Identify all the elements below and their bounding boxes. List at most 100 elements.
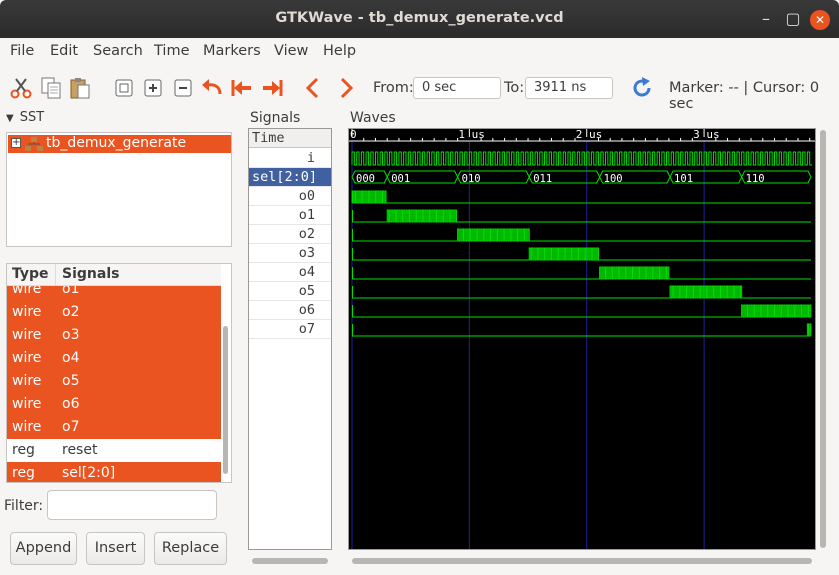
filter-input[interactable] bbox=[47, 490, 217, 520]
toolbar: From: 0 sec To: 3911 ns Marker: -- | Cur… bbox=[0, 66, 839, 112]
sel-bus-value: 011 bbox=[533, 173, 552, 185]
signal-name: o6 bbox=[62, 396, 80, 412]
append-button[interactable]: Append bbox=[10, 532, 77, 565]
from-label: From: bbox=[373, 80, 414, 96]
menu-edit[interactable]: Edit bbox=[50, 43, 78, 59]
signal-row-o5[interactable]: o5 bbox=[249, 282, 331, 301]
wave-o2 bbox=[352, 228, 811, 242]
sst-expander[interactable]: ▼ SST bbox=[6, 110, 44, 125]
sst-label: SST bbox=[19, 110, 45, 125]
wave-i bbox=[351, 151, 813, 166]
signal-list-row[interactable]: reg reset bbox=[7, 439, 221, 462]
zoom-to-start-icon[interactable] bbox=[230, 76, 254, 100]
waves-vertical-scrollbar[interactable] bbox=[820, 130, 826, 548]
undo-zoom-icon[interactable] bbox=[200, 76, 224, 100]
wave-o1 bbox=[352, 209, 811, 223]
signal-list-row[interactable]: wire o2 bbox=[7, 301, 221, 324]
signal-type: reg bbox=[12, 465, 35, 481]
signals-scrollbar[interactable] bbox=[252, 558, 328, 564]
signal-list-header: Type Signals bbox=[7, 264, 221, 286]
sel-bus-value: 100 bbox=[604, 173, 623, 185]
wave-o0 bbox=[351, 190, 811, 204]
signal-name: o2 bbox=[62, 304, 80, 320]
tree-node-label: tb_demux_generate bbox=[46, 135, 187, 151]
wave-o4 bbox=[352, 266, 811, 280]
signal-list-row[interactable]: wire o4 bbox=[7, 347, 221, 370]
wave-o7 bbox=[352, 323, 812, 337]
menu-help[interactable]: Help bbox=[323, 43, 356, 59]
find-next-edge-icon[interactable] bbox=[333, 76, 357, 100]
menu-view[interactable]: View bbox=[274, 43, 308, 59]
signal-row-o7[interactable]: o7 bbox=[249, 320, 331, 339]
signal-type: reg bbox=[12, 442, 35, 458]
zoom-fit-icon[interactable] bbox=[112, 76, 136, 100]
signal-list-row[interactable]: wire o7 bbox=[7, 416, 221, 439]
to-time-input[interactable]: 3911 ns bbox=[525, 77, 613, 99]
window-title: GTKWave - tb_demux_generate.vcd bbox=[275, 10, 564, 26]
signal-list-row[interactable]: wire o6 bbox=[7, 393, 221, 416]
expand-plus-icon[interactable]: + bbox=[11, 138, 21, 148]
zoom-to-end-icon[interactable] bbox=[260, 76, 284, 100]
reload-icon[interactable] bbox=[630, 76, 654, 100]
signal-name: sel[2:0] bbox=[62, 465, 116, 481]
signal-list-row[interactable]: wire o5 bbox=[7, 370, 221, 393]
tree-node-tb-demux-generate[interactable]: + tb_demux_generate bbox=[8, 135, 231, 153]
signal-row-o0[interactable]: o0 bbox=[249, 187, 331, 206]
sel-bus-value: 010 bbox=[462, 173, 481, 185]
maximize-button[interactable]: ▢ bbox=[783, 10, 803, 30]
column-header-signals[interactable]: Signals bbox=[62, 266, 119, 282]
copy-icon[interactable] bbox=[39, 76, 63, 100]
from-time-input[interactable]: 0 sec bbox=[413, 77, 501, 99]
signal-list-row[interactable]: reg sel[2:0] bbox=[7, 462, 221, 482]
waves-label: Waves bbox=[350, 110, 396, 126]
waves-pane[interactable]: 01 us 2 us 3 us 000 001 010 011 100 101 110 bbox=[348, 128, 816, 550]
signals-time-header: Time bbox=[249, 129, 331, 148]
paste-icon[interactable] bbox=[68, 76, 92, 100]
signal-type: wire bbox=[12, 327, 42, 343]
signal-list-scrollbar[interactable] bbox=[223, 326, 228, 474]
filter-label: Filter: bbox=[4, 498, 44, 514]
sel-bus-value: 110 bbox=[746, 173, 765, 185]
cut-icon[interactable] bbox=[9, 76, 33, 100]
wave-o5 bbox=[352, 285, 811, 299]
signal-row-o6[interactable]: o6 bbox=[249, 301, 331, 320]
column-header-type[interactable]: Type bbox=[12, 266, 49, 282]
zoom-in-icon[interactable] bbox=[141, 76, 165, 100]
minimize-button[interactable]: – bbox=[756, 10, 776, 30]
signal-type: wire bbox=[12, 396, 42, 412]
menu-search[interactable]: Search bbox=[93, 43, 143, 59]
signal-list-row[interactable]: wire o3 bbox=[7, 324, 221, 347]
signals-pane[interactable]: Time i sel[2:0] o0 o1 o2 o3 o4 o5 o6 o7 bbox=[248, 128, 332, 550]
signal-row-i[interactable]: i bbox=[249, 149, 331, 168]
signal-row-o1[interactable]: o1 bbox=[249, 206, 331, 225]
waveform-canvas[interactable]: 01 us 2 us 3 us000 001 010 011 100 101 110 bbox=[349, 129, 815, 549]
signal-row-o2[interactable]: o2 bbox=[249, 225, 331, 244]
close-button[interactable]: ✕ bbox=[810, 10, 830, 30]
sel-bus-value: 000 bbox=[356, 173, 375, 185]
menu-file[interactable]: File bbox=[10, 43, 34, 59]
waves-horizontal-scrollbar[interactable] bbox=[352, 558, 812, 564]
menu-markers[interactable]: Markers bbox=[203, 43, 261, 59]
replace-button[interactable]: Replace bbox=[154, 532, 227, 565]
triangle-down-icon: ▼ bbox=[6, 113, 14, 124]
signal-name: o7 bbox=[62, 419, 80, 435]
sst-tree[interactable]: + tb_demux_generate bbox=[6, 132, 232, 247]
sel-bus-value: 001 bbox=[391, 173, 410, 185]
signal-row-sel20[interactable]: sel[2:0] bbox=[249, 168, 331, 187]
insert-button[interactable]: Insert bbox=[86, 532, 145, 565]
signals-label: Signals bbox=[250, 110, 301, 126]
signal-type: wire bbox=[12, 419, 42, 435]
marker-cursor-readout: Marker: -- | Cursor: 0 sec bbox=[669, 80, 820, 112]
menu-time[interactable]: Time bbox=[154, 43, 190, 59]
title-bar: GTKWave - tb_demux_generate.vcd – ▢ ✕ bbox=[0, 0, 839, 38]
find-previous-edge-icon[interactable] bbox=[302, 76, 326, 100]
signal-name: o5 bbox=[62, 373, 80, 389]
sst-signal-list[interactable]: wire o1 wire o2 wire o3 wire o4 wire o5 wire o6 wire… bbox=[6, 263, 232, 483]
wave-o6 bbox=[352, 304, 812, 318]
wave-o3 bbox=[352, 247, 811, 261]
zoom-out-icon[interactable] bbox=[171, 76, 195, 100]
signal-row-o3[interactable]: o3 bbox=[249, 244, 331, 263]
menu-bar: File Edit Search Time Markers View Help bbox=[0, 38, 839, 66]
signal-row-o4[interactable]: o4 bbox=[249, 263, 331, 282]
sel-bus-value: 101 bbox=[674, 173, 693, 185]
